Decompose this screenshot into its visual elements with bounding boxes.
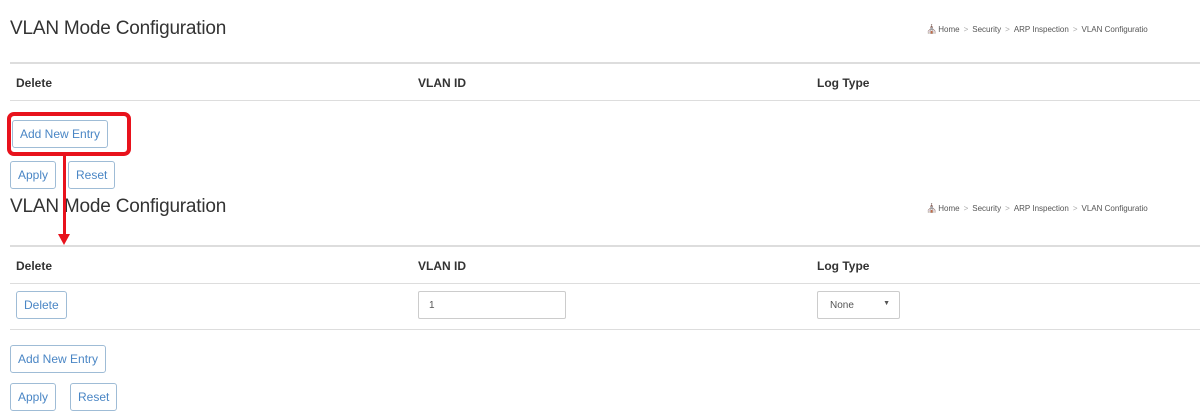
breadcrumb-separator: >	[1005, 204, 1010, 213]
page-title: VLAN Mode Configuration	[10, 196, 227, 217]
vlan-id-input[interactable]: 1	[418, 291, 566, 319]
home-icon: ⛪	[926, 24, 938, 34]
breadcrumb-separator: >	[1005, 25, 1010, 34]
breadcrumb-separator: >	[963, 25, 969, 34]
breadcrumb: ⛪Home > Security > ARP Inspection > VLAN Confi…	[926, 203, 1196, 214]
annotation-highlight-box	[7, 112, 131, 156]
table-header: Delete VLAN ID Log Type	[10, 64, 1200, 101]
breadcrumb: ⛪Home > Security > ARP Inspection > VLAN Confi…	[926, 24, 1196, 35]
breadcrumb-separator: >	[1072, 204, 1078, 213]
add-new-entry-button[interactable]: Add New Entry	[10, 345, 107, 373]
breadcrumb-separator: >	[963, 204, 969, 213]
breadcrumb-arp-inspection[interactable]: ARP Inspection	[1014, 204, 1069, 213]
breadcrumb-separator: >	[1072, 25, 1078, 34]
column-header-delete: Delete	[16, 259, 53, 273]
apply-button[interactable]: Apply	[10, 161, 57, 189]
column-header-vlan-id: VLAN ID	[418, 259, 466, 273]
breadcrumb-home[interactable]: Home	[938, 204, 959, 213]
breadcrumb-vlan-configuration: VLAN Configuratio	[1081, 204, 1148, 213]
column-header-vlan-id: VLAN ID	[418, 76, 466, 90]
chevron-down-icon: ▼	[883, 300, 890, 307]
breadcrumb-arp-inspection[interactable]: ARP Inspection	[1014, 25, 1069, 34]
delete-button[interactable]: Delete	[16, 291, 67, 319]
home-icon: ⛪	[926, 203, 938, 213]
table-header: Delete VLAN ID Log Type	[10, 247, 1200, 284]
page-title: VLAN Mode Configuration	[10, 18, 227, 39]
annotation-arrow-line	[63, 155, 66, 235]
column-header-log-type: Log Type	[817, 76, 870, 90]
column-header-delete: Delete	[16, 76, 53, 90]
breadcrumb-home[interactable]: Home	[938, 25, 959, 34]
vlan-table: Delete VLAN ID Log Type	[10, 62, 1200, 101]
vlan-table: Delete VLAN ID Log Type Delete 1 None ▼	[10, 245, 1200, 330]
column-header-log-type: Log Type	[817, 259, 870, 273]
breadcrumb-security[interactable]: Security	[972, 204, 1001, 213]
annotation-arrow-head	[58, 234, 70, 245]
breadcrumb-vlan-configuration: VLAN Configuratio	[1081, 25, 1148, 34]
reset-button[interactable]: Reset	[68, 161, 116, 189]
bottom-panel: VLAN Mode Configuration ⛪Home > Security > A…	[0, 192, 1200, 411]
top-panel: VLAN Mode Configuration ⛪Home > Security > A…	[0, 0, 1200, 190]
log-type-select[interactable]: None ▼	[817, 291, 900, 319]
log-type-value: None	[830, 300, 854, 311]
breadcrumb-security[interactable]: Security	[972, 25, 1001, 34]
table-row: Delete 1 None ▼	[10, 284, 1200, 330]
